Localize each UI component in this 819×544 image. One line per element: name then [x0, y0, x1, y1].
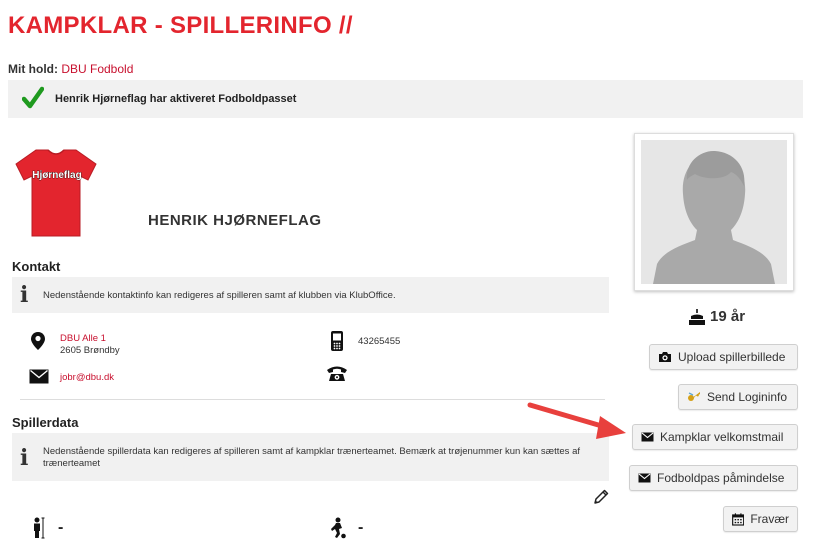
checkmark-icon — [22, 86, 44, 109]
info-icon: i — [20, 445, 29, 471]
reminder-label: Fodboldpas påmindelse — [657, 471, 785, 485]
email-link[interactable]: jobr@dbu.dk — [60, 372, 114, 383]
avatar-placeholder — [641, 140, 787, 284]
address-line1[interactable]: DBU Alle 1 — [60, 333, 106, 344]
key-icon — [688, 392, 700, 401]
shirt-icon: Hjørneflag — [15, 149, 97, 237]
envelope-icon — [641, 432, 654, 442]
absence-button[interactable]: Fravær — [723, 506, 798, 532]
age-text: 19 år — [710, 308, 746, 325]
activation-banner: Henrik Hjørneflag har aktiveret Fodboldp… — [8, 80, 803, 118]
team-info: Mit hold: DBU Fodbold — [8, 62, 133, 76]
position-value: - — [358, 519, 364, 536]
send-login-button[interactable]: Send Logininfo — [678, 384, 798, 410]
absence-label: Fravær — [750, 512, 789, 526]
height-person-icon — [34, 517, 45, 539]
welcome-mail-button[interactable]: Kampklar velkomstmail — [632, 424, 798, 450]
envelope-icon — [29, 369, 49, 384]
team-label: Mit hold: — [8, 62, 58, 76]
shirt-text: Hjørneflag — [32, 170, 81, 181]
contact-info-text: Nedenstående kontaktinfo kan redigeres a… — [43, 290, 396, 301]
spillerdata-info-box: i Nedenstående spillerdata kan redigeres… — [12, 433, 609, 481]
height-value: - — [58, 519, 64, 536]
upload-photo-button[interactable]: Upload spillerbillede — [649, 344, 798, 370]
team-link[interactable]: DBU Fodbold — [61, 62, 133, 76]
spillerdata-heading: Spillerdata — [12, 415, 79, 430]
player-shirt: Hjørneflag — [14, 146, 98, 243]
location-pin-icon — [31, 332, 45, 350]
upload-photo-label: Upload spillerbillede — [678, 350, 786, 364]
calendar-icon — [732, 512, 745, 526]
info-icon: i — [20, 282, 29, 308]
annotation-arrow-icon — [527, 402, 626, 439]
welcome-mail-label: Kampklar velkomstmail — [660, 430, 784, 444]
address-line2: 2605 Brøndby — [60, 345, 120, 356]
profile-photo — [634, 133, 794, 291]
person-silhouette-icon — [653, 150, 775, 284]
player-age: 19 år — [688, 308, 745, 325]
section-divider — [20, 399, 605, 400]
football-player-icon — [331, 517, 346, 539]
contact-info-box: i Nedenstående kontaktinfo kan redigeres… — [12, 277, 609, 313]
camera-icon — [659, 352, 671, 362]
reminder-button[interactable]: Fodboldpas påmindelse — [629, 465, 798, 491]
birthday-cake-icon — [689, 308, 705, 325]
page-title: KAMPKLAR - SPILLERINFO // — [8, 12, 353, 39]
mobile-phone-icon — [331, 331, 343, 351]
telephone-icon — [327, 366, 347, 381]
envelope-icon — [638, 473, 651, 483]
player-name: HENRIK HJØRNEFLAG — [148, 212, 322, 229]
banner-text: Henrik Hjørneflag har aktiveret Fodboldp… — [55, 93, 297, 105]
spillerdata-info-text: Nedenstående spillerdata kan redigeres a… — [43, 446, 580, 469]
phone-number: 43265455 — [358, 336, 401, 347]
edit-pencil-icon[interactable] — [592, 488, 610, 506]
contact-heading: Kontakt — [12, 259, 61, 274]
send-login-label: Send Logininfo — [707, 390, 788, 404]
